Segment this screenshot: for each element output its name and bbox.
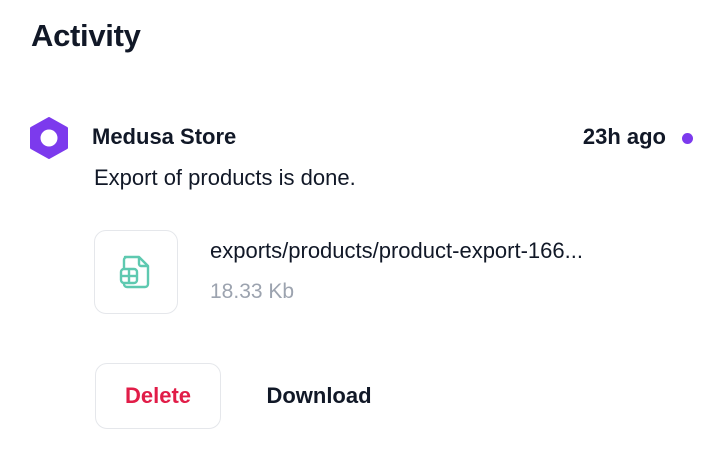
file-thumbnail[interactable] — [94, 230, 178, 314]
spreadsheet-file-icon — [119, 255, 150, 289]
delete-button[interactable]: Delete — [95, 363, 221, 429]
notification-message: Export of products is done. — [94, 165, 356, 190]
activity-title: Activity — [31, 18, 141, 53]
activity-panel: Activity Medusa Store 23h ago Export of … — [0, 0, 728, 470]
notification-sender: Medusa Store — [92, 124, 237, 149]
notification-time: 23h ago — [582, 124, 666, 149]
download-button[interactable]: Download — [240, 363, 398, 429]
unread-indicator — [682, 133, 693, 144]
file-size: 18.33 Kb — [210, 280, 295, 303]
medusa-logo-icon — [28, 117, 70, 159]
file-name: exports/products/product-export-166... — [210, 238, 583, 263]
